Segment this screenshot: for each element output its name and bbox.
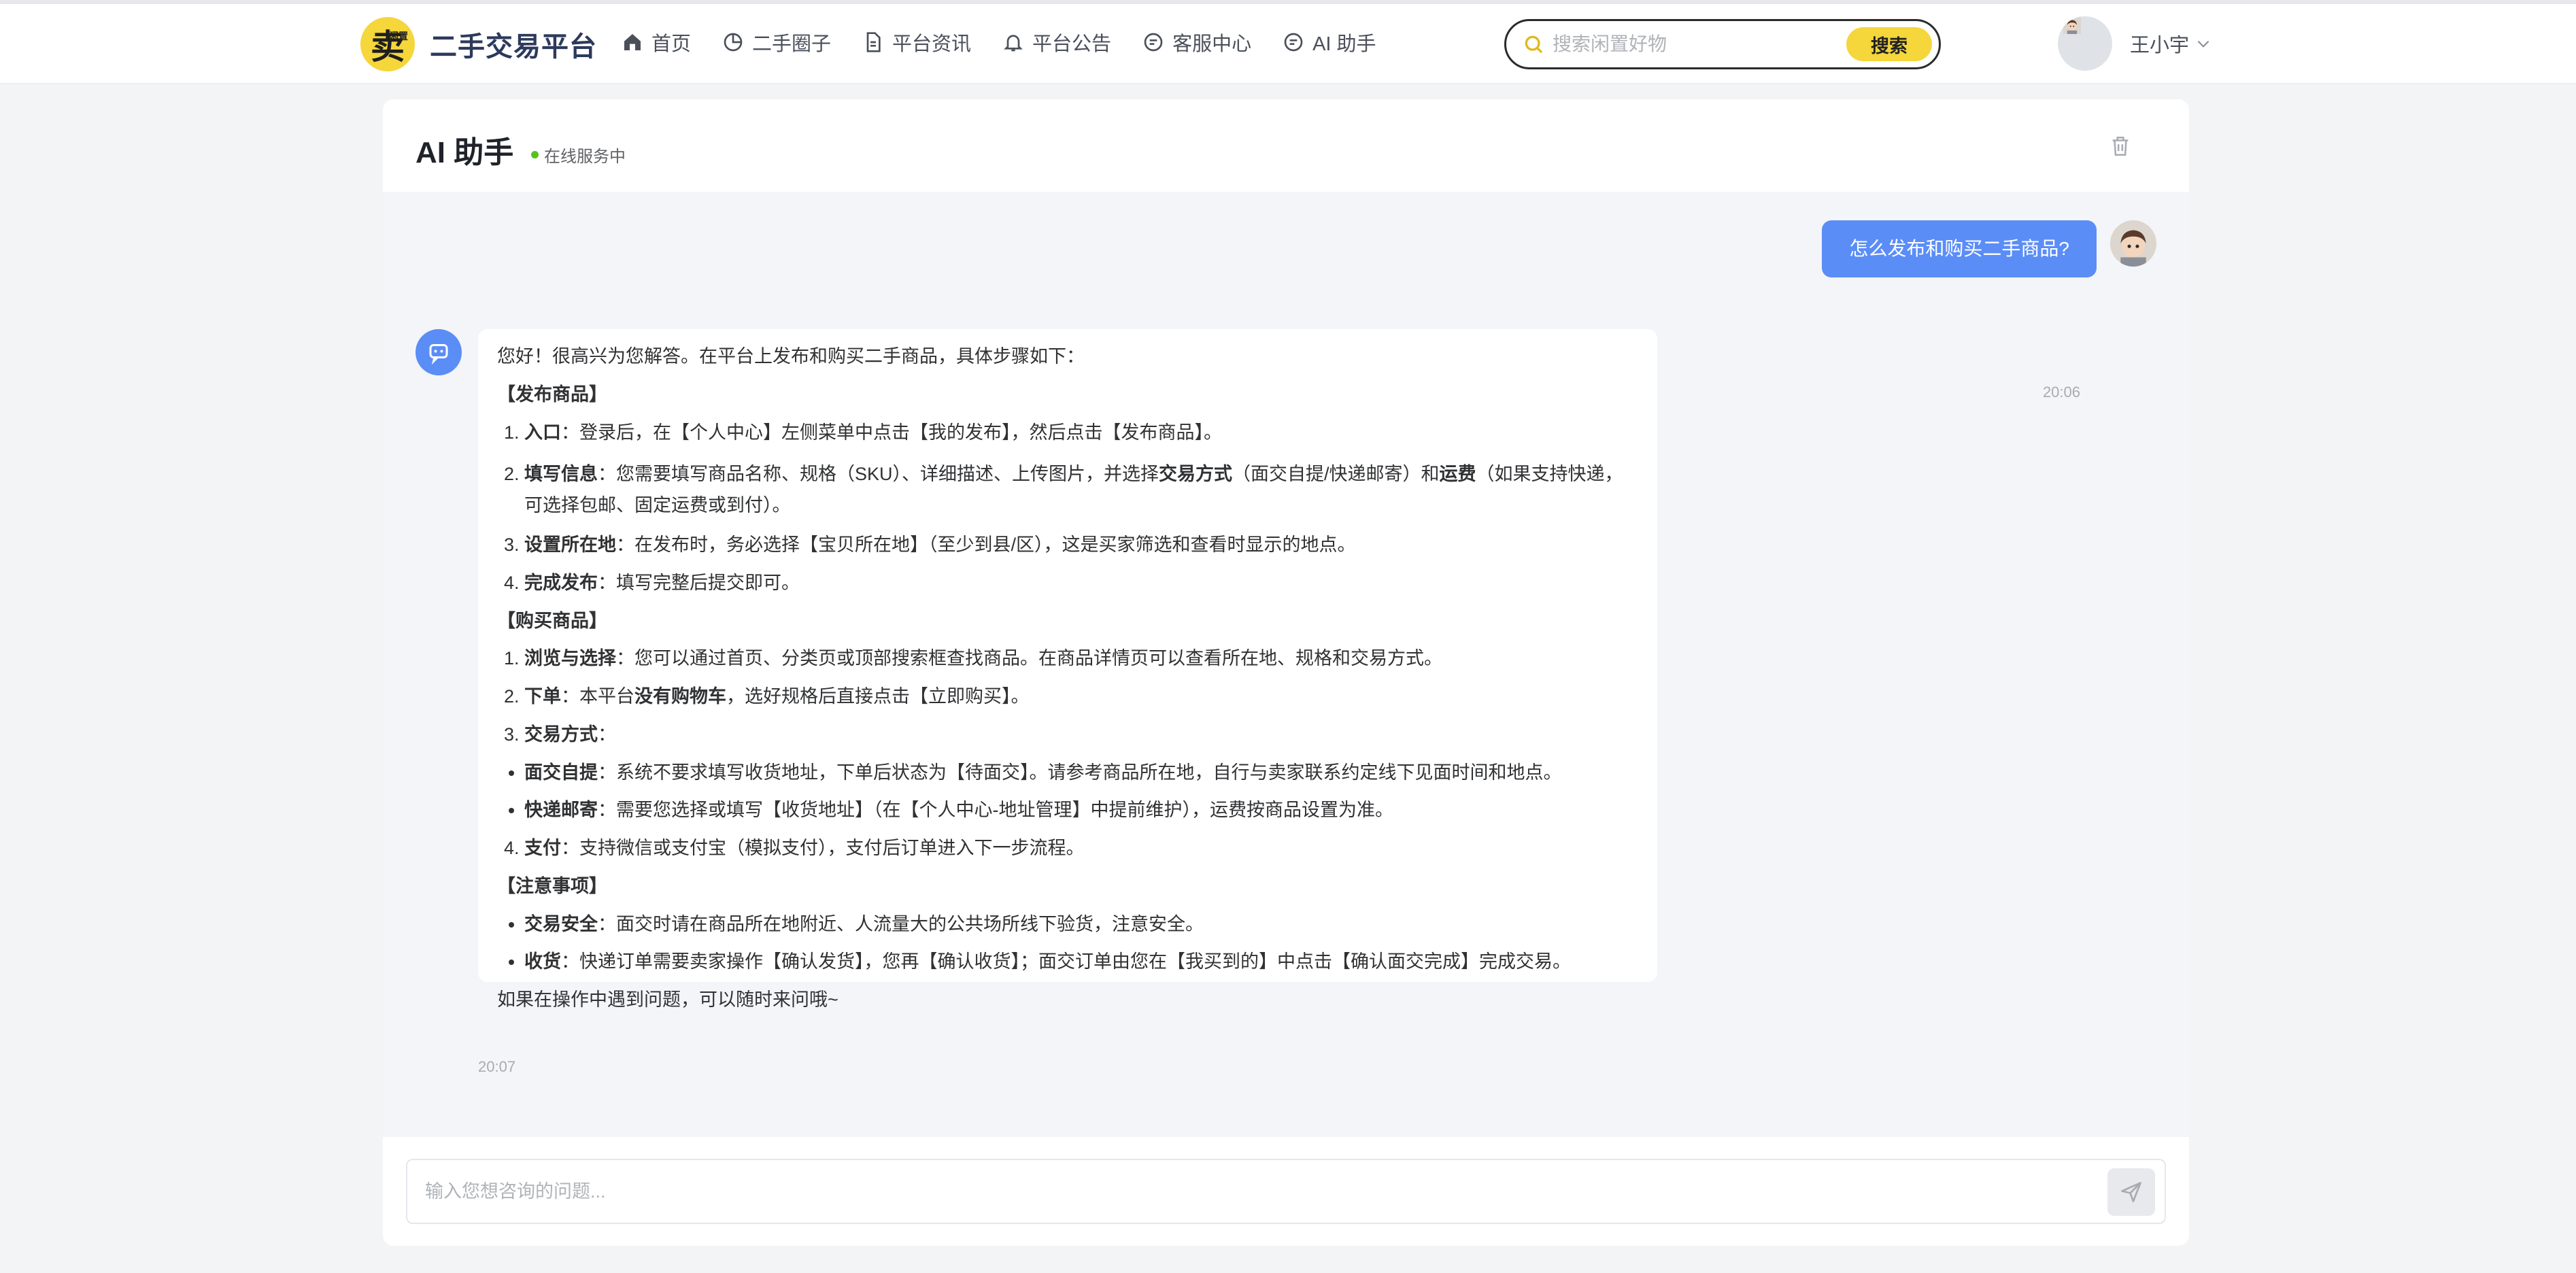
status-indicator: 在线服务中 — [531, 143, 626, 167]
send-button[interactable] — [2107, 1168, 2155, 1216]
message-input[interactable] — [425, 1160, 2057, 1223]
nav-item-circle[interactable]: 二手圈子 — [722, 28, 831, 56]
online-dot — [531, 151, 539, 158]
avatar — [2058, 16, 2112, 71]
chat-bubble-icon — [1144, 33, 1163, 52]
home-icon — [624, 34, 641, 50]
list-item: 支付：支持微信或支付宝（模拟支付），支付后订单进入下一步流程。 — [524, 837, 1638, 860]
chat-card: AI 助手 在线服务中 怎么发布和购买二手商品? 20:06 您好！很高兴为您解… — [383, 99, 2189, 1246]
nav-item-news[interactable]: 平台资讯 — [862, 28, 971, 56]
chevron-down-icon — [2197, 40, 2209, 48]
user-message-bubble: 怎么发布和购买二手商品? — [1822, 220, 2097, 277]
search-input[interactable] — [1553, 33, 1838, 55]
document-icon — [866, 32, 881, 52]
page-title: AI 助手 — [416, 136, 514, 169]
search-button[interactable]: 搜索 — [1846, 27, 1932, 61]
top-navigation-bar: 卖 闲置 二手交易平台 首页 二手圈子 平台资讯 平台公告 客服中心 AI 助手 — [0, 0, 2576, 84]
list-item: 入口：登录后，在【个人中心】左侧菜单中点击【我的发布】，然后点击【发布商品】。 — [524, 422, 1638, 445]
app-name: 二手交易平台 — [430, 32, 597, 62]
list-item: 快递邮寄：需要您选择或填写【收货地址】（在【个人中心-地址管理】中提前维护），运… — [524, 799, 1638, 822]
send-icon — [2121, 1182, 2141, 1202]
logo-sub: 闲置 — [389, 31, 408, 41]
buy-steps: 浏览与选择：您可以通过首页、分类页或顶部搜索框查找商品。在商品详情页可以查看所在… — [524, 647, 1638, 746]
nav-item-label: 平台资讯 — [892, 33, 972, 55]
message-timestamp: 20:07 — [478, 1058, 516, 1075]
search-icon — [1525, 35, 1543, 54]
search-bar: 搜索 — [1504, 19, 1941, 69]
notes-list: 交易安全：面交时请在商品所在地附近、人流量大的公共场所线下验货，注意安全。 收货… — [524, 913, 1638, 974]
trash-icon[interactable] — [2109, 135, 2132, 158]
logo[interactable]: 卖 闲置 二手交易平台 — [360, 17, 597, 71]
reply-intro: 您好！很高兴为您解答。在平台上发布和购买二手商品，具体步骤如下： — [497, 346, 1085, 367]
nav-item-support[interactable]: 客服中心 — [1142, 28, 1251, 56]
nav-item-label: 首页 — [651, 33, 692, 55]
nav-item-label: 二手圈子 — [752, 33, 832, 55]
section-title-publish: 【发布商品】 — [497, 384, 607, 405]
nav-item-label: 平台公告 — [1032, 33, 1112, 55]
nav-item-label: 客服中心 — [1172, 33, 1252, 55]
section-title-buy: 【购买商品】 — [497, 610, 607, 631]
user-message: 怎么发布和购买二手商品? — [1822, 220, 2156, 277]
status-text: 在线服务中 — [544, 148, 626, 166]
message-list[interactable]: 怎么发布和购买二手商品? 20:06 您好！很高兴为您解答。在平台上发布和购买二… — [383, 192, 2189, 1137]
bot-avatar — [416, 329, 462, 375]
list-item: 填写信息：您需要填写商品名称、规格（SKU）、详细描述、上传图片，并选择交易方式… — [524, 459, 1638, 522]
bell-icon — [1004, 35, 1023, 52]
list-item: 收货：快递订单需要卖家操作【确认发货】，您再【确认收货】；面交订单由您在【我买到… — [524, 951, 1638, 974]
nav-item-ai-assistant[interactable]: AI 助手 — [1283, 28, 1376, 56]
composer-box — [406, 1159, 2166, 1224]
pie-chart-icon — [724, 33, 743, 52]
avatar — [2110, 220, 2156, 267]
user-menu[interactable]: 王小宇 — [2058, 16, 2212, 71]
main-nav: 首页 二手圈子 平台资讯 平台公告 客服中心 AI 助手 — [622, 0, 1408, 84]
nav-item-label: AI 助手 — [1312, 33, 1376, 55]
list-item: 面交自提：系统不要求填写收货地址，下单后状态为【待面交】。请参考商品所在地，自行… — [524, 762, 1638, 785]
trade-methods: 面交自提：系统不要求填写收货地址，下单后状态为【待面交】。请参考商品所在地，自行… — [524, 762, 1638, 823]
nav-item-announcements[interactable]: 平台公告 — [1002, 28, 1111, 56]
list-item: 下单：本平台没有购物车，选好规格后直接点击【立即购买】。 — [524, 685, 1638, 709]
list-item: 浏览与选择：您可以通过首页、分类页或顶部搜索框查找商品。在商品详情页可以查看所在… — [524, 647, 1638, 671]
chat-header: AI 助手 在线服务中 — [383, 99, 2189, 192]
chat-bubble-icon — [1284, 33, 1303, 52]
list-item: 设置所在地：在发布时，务必选择【宝贝所在地】（至少到县/区），这是买家筛选和查看… — [524, 534, 1638, 557]
nav-item-home[interactable]: 首页 — [622, 28, 691, 56]
composer — [383, 1137, 2189, 1246]
user-name: 王小宇 — [2130, 35, 2190, 56]
logo-char: 卖 — [371, 28, 405, 66]
reply-closing: 如果在操作中遇到问题，可以随时来问哦~ — [497, 989, 838, 1011]
robot-chat-icon — [429, 344, 448, 364]
bot-message-bubble: 您好！很高兴为您解答。在平台上发布和购买二手商品，具体步骤如下： 【发布商品】 … — [478, 329, 1657, 1010]
message-timestamp: 20:06 — [2042, 384, 2080, 401]
list-item: 交易安全：面交时请在商品所在地附近、人流量大的公共场所线下验货，注意安全。 — [524, 913, 1638, 936]
list-item: 完成发布：填写完整后提交即可。 — [524, 572, 1638, 595]
pay-step: 支付：支持微信或支付宝（模拟支付），支付后订单进入下一步流程。 — [524, 837, 1638, 860]
logo-badge: 卖 闲置 — [360, 17, 415, 71]
publish-steps: 入口：登录后，在【个人中心】左侧菜单中点击【我的发布】，然后点击【发布商品】。 … — [524, 422, 1638, 595]
section-title-notes: 【注意事项】 — [497, 875, 607, 896]
list-item: 交易方式： — [524, 724, 1638, 747]
